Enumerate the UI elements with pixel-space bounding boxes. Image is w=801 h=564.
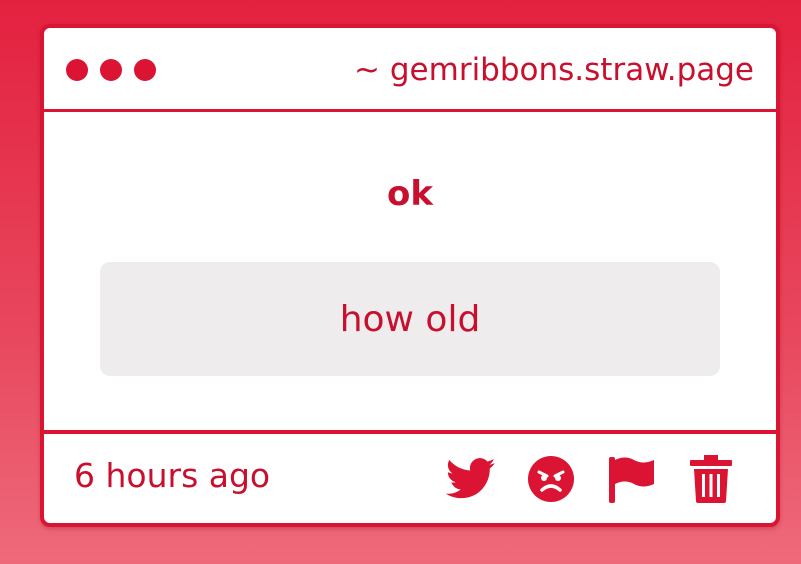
window-dot-1[interactable] (66, 59, 88, 81)
angry-face-icon[interactable] (526, 454, 576, 504)
question-text: ok (387, 174, 433, 214)
post-timestamp: 6 hours ago (74, 456, 271, 495)
answer-box: how old (100, 262, 720, 376)
window-titlebar: ~ gemribbons.straw.page (44, 28, 776, 112)
trash-icon[interactable] (686, 454, 736, 504)
post-actions (446, 454, 736, 504)
post-card: ~ gemribbons.straw.page ok how old 6 hou… (40, 24, 780, 527)
post-content: ok how old (44, 112, 776, 435)
page-url[interactable]: ~ gemribbons.straw.page (354, 48, 754, 92)
answer-text: how old (339, 298, 481, 340)
twitter-icon[interactable] (446, 454, 496, 504)
post-footer: 6 hours ago (44, 430, 776, 523)
window-dot-2[interactable] (100, 59, 122, 81)
window-controls (66, 59, 156, 81)
window-dot-3[interactable] (134, 59, 156, 81)
flag-icon[interactable] (606, 454, 656, 504)
